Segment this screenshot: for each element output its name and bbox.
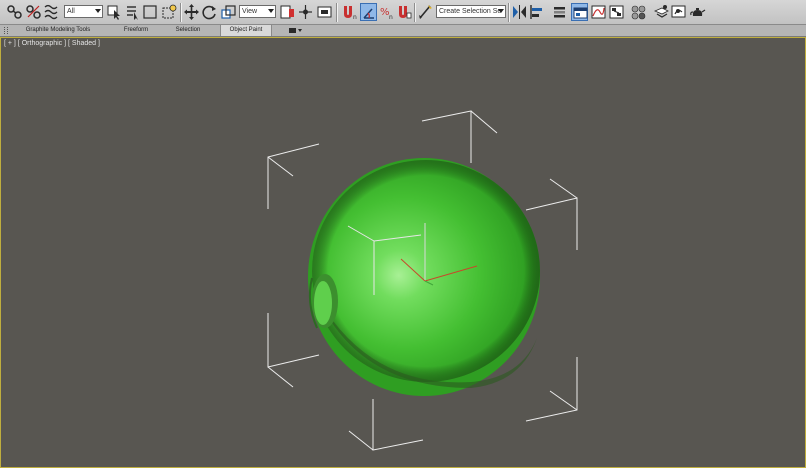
spinner-snap-toggle-icon[interactable] [396,3,413,21]
ribbon-drag-handle[interactable] [4,27,8,34]
svg-text:n: n [353,14,357,21]
toolbar-separator [414,3,416,22]
svg-text:n: n [389,14,393,21]
selection-filter-dropdown[interactable]: All [64,5,103,18]
select-and-manipulate-icon[interactable] [297,3,314,21]
viewport-general-menu[interactable]: [ + ] [4,40,16,47]
reference-coordinate-system-dropdown[interactable]: View [239,5,276,18]
viewport-label-menu[interactable]: [ + ] [ Orthographic ] [ Shaded ] [4,39,100,48]
keyboard-shortcut-override-icon[interactable] [316,3,333,21]
material-editor-icon[interactable] [630,3,647,21]
layer-manager-icon[interactable] [551,3,568,21]
toolbar-separator [508,3,510,22]
max-app-window: All View n % n Create Selection Se Graph… [0,0,806,468]
unlink-selection-icon[interactable] [25,3,42,21]
ribbon-options-button[interactable] [286,25,304,36]
named-selection-sets-dropdown[interactable]: Create Selection Se [436,5,506,18]
tab-graphite-modeling-tools[interactable]: Graphite Modeling Tools [12,25,104,36]
select-by-name-icon[interactable] [124,3,141,21]
curve-editor-icon[interactable] [590,3,607,21]
mirror-icon[interactable] [511,3,528,21]
ribbon-minimize-icon [289,28,302,33]
tab-label: Graphite Modeling Tools [25,27,91,33]
green-sphere-object[interactable] [308,158,540,396]
select-and-rotate-icon[interactable] [201,3,218,21]
viewport-point-of-view-menu[interactable]: [ Orthographic ] [18,40,66,47]
tab-freeform[interactable]: Freeform [112,25,160,36]
graphite-modeling-tools-toggle-icon[interactable] [571,3,588,21]
main-toolbar: All View n % n Create Selection Se [0,0,806,25]
window-crossing-icon[interactable] [161,3,178,21]
snaps-toggle-icon[interactable]: n [341,3,358,21]
viewport-scene [267,110,578,451]
render-production-teapot-icon[interactable] [689,3,706,21]
use-pivot-point-center-icon[interactable] [279,3,296,21]
ribbon-tab-bar: Graphite Modeling Tools Freeform Selecti… [0,25,806,37]
chevron-down-icon [95,9,101,13]
tab-label: Selection [175,27,201,33]
tab-object-paint[interactable]: Object Paint [220,25,272,36]
tab-selection[interactable]: Selection [163,25,213,36]
chevron-down-icon [268,9,274,13]
angle-snap-toggle-icon[interactable] [360,3,377,21]
toolbar-separator [180,3,182,22]
select-object-icon[interactable] [106,3,123,21]
reference-coordinate-system-value: View [242,8,258,15]
rectangular-selection-region-icon[interactable] [142,3,159,21]
render-setup-icon[interactable] [653,3,670,21]
bind-to-space-warp-icon[interactable] [43,3,60,21]
tab-label: Object Paint [229,27,263,33]
toolbar-separator [336,3,338,22]
percent-snap-toggle-icon[interactable]: % n [378,3,395,21]
schematic-view-icon[interactable] [608,3,625,21]
viewport-shading-menu[interactable]: [ Shaded ] [68,40,100,47]
align-icon[interactable] [528,3,545,21]
tab-label: Freeform [123,27,149,33]
rendered-frame-window-icon[interactable] [670,3,687,21]
select-and-scale-icon[interactable] [220,3,237,21]
selection-filter-value: All [67,8,75,15]
select-and-move-icon[interactable] [183,3,200,21]
chevron-down-icon [498,9,504,13]
named-selection-sets-value: Create Selection Se [439,8,502,15]
edit-named-selection-sets-icon[interactable] [417,3,434,21]
select-and-link-icon[interactable] [6,3,23,21]
perspective-viewport[interactable]: [ + ] [ Orthographic ] [ Shaded ] [0,37,806,468]
